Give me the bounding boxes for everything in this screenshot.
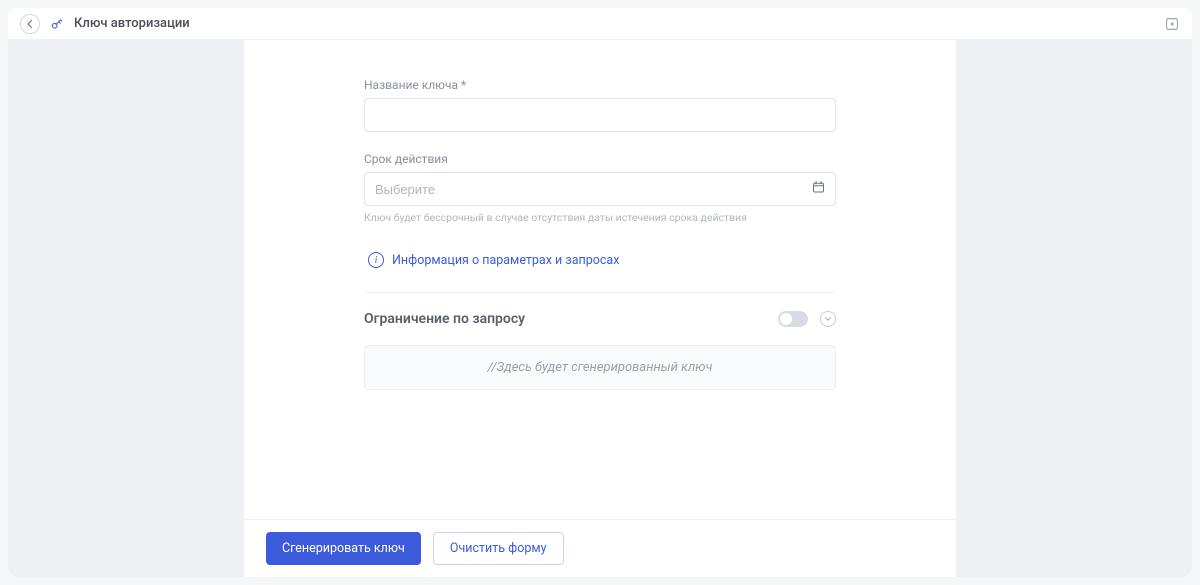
key-name-input[interactable] xyxy=(364,98,836,132)
header-action-icon[interactable] xyxy=(1164,16,1180,32)
page-title: Ключ авторизации xyxy=(74,16,190,31)
info-icon: i xyxy=(368,252,384,268)
chevron-left-icon xyxy=(25,19,35,29)
info-link-text: Информация о параметрах и запросах xyxy=(392,253,619,268)
expiry-label: Срок действия xyxy=(364,152,836,166)
info-link-row[interactable]: i Информация о параметрах и запросах xyxy=(364,252,836,268)
back-button[interactable] xyxy=(20,14,40,34)
key-name-label: Название ключа * xyxy=(364,78,836,92)
generated-key-box: //Здесь будет сгенерированный ключ xyxy=(364,345,836,390)
key-icon xyxy=(50,17,64,31)
generate-button[interactable]: Сгенерировать ключ xyxy=(266,532,421,565)
restriction-toggle[interactable] xyxy=(778,311,808,327)
expand-button[interactable] xyxy=(820,311,836,327)
expiry-input[interactable] xyxy=(364,172,836,206)
divider xyxy=(364,292,836,293)
clear-button[interactable]: Очистить форму xyxy=(433,532,564,565)
restriction-row: Ограничение по запросу xyxy=(364,311,836,327)
footer-bar: Сгенерировать ключ Очистить форму xyxy=(244,519,956,577)
header-bar: Ключ авторизации xyxy=(8,8,1192,40)
chevron-down-icon xyxy=(824,315,832,323)
key-name-field-group: Название ключа * xyxy=(364,78,836,132)
form-panel: Название ключа * Срок действия xyxy=(244,40,956,577)
restriction-label: Ограничение по запросу xyxy=(364,311,525,327)
expiry-hint: Ключ будет бессрочный в случае отсутстви… xyxy=(364,211,836,224)
expiry-field-group: Срок действия Ключ будет бессрочный в сл… xyxy=(364,152,836,224)
